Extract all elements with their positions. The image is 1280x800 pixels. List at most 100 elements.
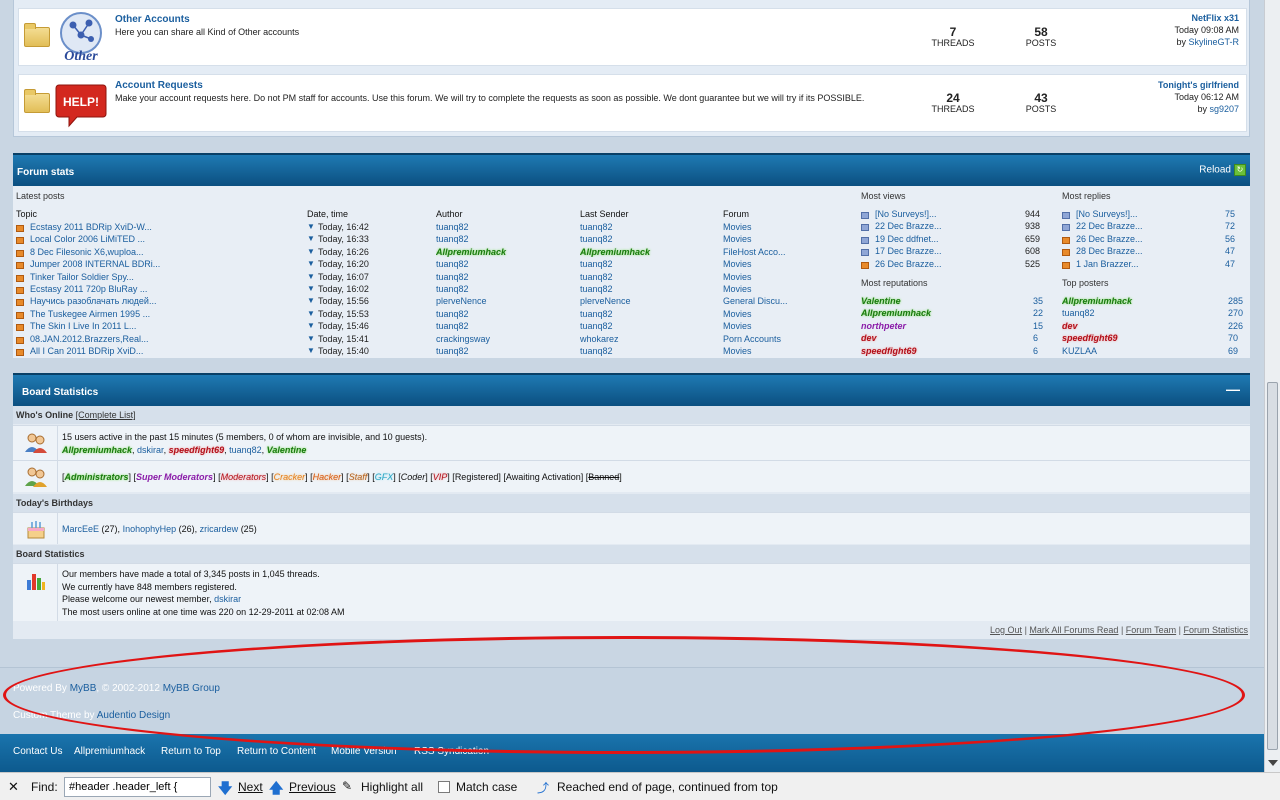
top-poster-user[interactable]: dev — [1062, 321, 1162, 331]
scrollbar-thumb[interactable] — [1267, 382, 1278, 750]
birthday-user[interactable]: MarcEeE — [62, 524, 99, 534]
latest-post-forum[interactable]: Movies — [723, 346, 813, 356]
group-banned[interactable]: Banned — [588, 472, 619, 482]
reputation-user[interactable]: Allpremiumhack — [861, 308, 961, 318]
online-user[interactable]: Valentine — [267, 445, 307, 455]
refresh-icon[interactable]: ↻ — [1234, 164, 1246, 176]
contact-us-link[interactable]: Contact Us — [13, 746, 62, 757]
latest-post-author[interactable]: tuanq82 — [436, 234, 566, 244]
vertical-scrollbar[interactable] — [1264, 0, 1280, 772]
latest-post-sender[interactable]: tuanq82 — [580, 259, 710, 269]
latest-post-author[interactable]: tuanq82 — [436, 259, 566, 269]
latest-post-sender[interactable]: tuanq82 — [580, 222, 710, 232]
latest-post-sender[interactable]: Allpremiumhack — [580, 247, 710, 257]
most-views-topic[interactable]: [No Surveys!]... — [875, 209, 965, 219]
latest-post-forum[interactable]: FileHost Acco... — [723, 247, 813, 257]
latest-post-author[interactable]: plerveNence — [436, 296, 566, 306]
post-arrow-icon[interactable]: ▼ — [307, 284, 315, 293]
latest-post-forum[interactable]: Movies — [723, 309, 813, 319]
group-hacker[interactable]: Hacker — [313, 472, 342, 482]
latest-post-topic[interactable]: Ecstasy 2011 BDRip XviD-W... — [30, 222, 290, 232]
latest-post-forum[interactable]: Movies — [723, 234, 813, 244]
post-arrow-icon[interactable]: ▼ — [307, 334, 315, 343]
group-gfx[interactable]: GFX — [375, 472, 394, 482]
last-post-title[interactable]: NetFlix x31 — [1174, 12, 1239, 24]
post-arrow-icon[interactable]: ▼ — [307, 259, 315, 268]
newest-member-link[interactable]: dskirar — [214, 594, 241, 604]
latest-post-topic[interactable]: 08.JAN.2012.Brazzers,Real... — [30, 334, 290, 344]
online-user[interactable]: dskirar — [137, 445, 164, 455]
most-views-topic[interactable]: 19 Dec ddfnet... — [875, 234, 965, 244]
most-replies-topic[interactable]: 1 Jan Brazzer... — [1076, 259, 1166, 269]
post-arrow-icon[interactable]: ▼ — [307, 222, 315, 231]
group-awaiting[interactable]: Awaiting Activation — [506, 472, 581, 482]
latest-post-author[interactable]: tuanq82 — [436, 346, 566, 356]
match-case-label[interactable]: Match case — [456, 780, 517, 794]
latest-post-forum[interactable]: Movies — [723, 284, 813, 294]
birthday-user[interactable]: InohophyHep — [123, 524, 177, 534]
last-post-user[interactable]: sg9207 — [1209, 104, 1239, 114]
latest-post-author[interactable]: Allpremiumhack — [436, 247, 566, 257]
top-poster-user[interactable]: speedfight69 — [1062, 333, 1162, 343]
latest-post-sender[interactable]: whokarez — [580, 334, 710, 344]
latest-post-sender[interactable]: tuanq82 — [580, 284, 710, 294]
latest-post-forum[interactable]: Porn Accounts — [723, 334, 813, 344]
find-next-button[interactable]: Next — [238, 780, 263, 794]
forum-team-link[interactable]: Forum Team — [1126, 625, 1176, 635]
birthday-user[interactable]: zricardew — [200, 524, 239, 534]
reputation-user[interactable]: speedfight69 — [861, 346, 961, 356]
online-user[interactable]: Allpremiumhack — [62, 445, 132, 455]
logout-link[interactable]: Log Out — [990, 625, 1022, 635]
arrow-down-icon[interactable]: 🡇 — [218, 778, 232, 800]
scroll-down-arrow-icon[interactable] — [1268, 760, 1278, 766]
latest-post-sender[interactable]: tuanq82 — [580, 309, 710, 319]
top-poster-user[interactable]: Allpremiumhack — [1062, 296, 1162, 306]
latest-post-topic[interactable]: All I Can 2011 BDRip XviD... — [30, 346, 290, 356]
latest-post-sender[interactable]: tuanq82 — [580, 234, 710, 244]
latest-post-topic[interactable]: Jumper 2008 INTERNAL BDRi... — [30, 259, 290, 269]
most-views-topic[interactable]: 17 Dec Brazze... — [875, 246, 965, 256]
group-admins[interactable]: Administrators — [65, 472, 129, 482]
latest-post-forum[interactable]: Movies — [723, 222, 813, 232]
group-vip[interactable]: VIP — [433, 472, 448, 482]
match-case-checkbox[interactable] — [438, 781, 450, 793]
forum-title[interactable]: Other Accounts — [115, 14, 190, 25]
post-arrow-icon[interactable]: ▼ — [307, 296, 315, 305]
post-arrow-icon[interactable]: ▼ — [307, 346, 315, 355]
latest-post-topic[interactable]: Ecstasy 2011 720p BluRay ... — [30, 284, 290, 294]
latest-post-topic[interactable]: Научись разоблачать людей... — [30, 296, 290, 306]
group-staff[interactable]: Staff — [349, 472, 368, 482]
most-replies-topic[interactable]: 26 Dec Brazze... — [1076, 234, 1166, 244]
post-arrow-icon[interactable]: ▼ — [307, 247, 315, 256]
latest-post-forum[interactable]: Movies — [723, 321, 813, 331]
group-coder[interactable]: Coder — [401, 472, 426, 482]
close-find-icon[interactable]: ✕ — [8, 779, 19, 795]
arrow-up-icon[interactable]: 🡅 — [269, 778, 283, 800]
latest-post-forum[interactable]: Movies — [723, 259, 813, 269]
group-super-moderators[interactable]: Super Moderators — [136, 472, 213, 482]
reload-button[interactable]: Reload ↻ — [1199, 164, 1246, 176]
mark-read-link[interactable]: Mark All Forums Read — [1029, 625, 1118, 635]
group-moderators[interactable]: Moderators — [221, 472, 267, 482]
forum-statistics-link[interactable]: Forum Statistics — [1183, 625, 1248, 635]
most-views-topic[interactable]: 22 Dec Brazze... — [875, 221, 965, 231]
most-replies-topic[interactable]: 22 Dec Brazze... — [1076, 221, 1166, 231]
latest-post-author[interactable]: tuanq82 — [436, 309, 566, 319]
site-home-link[interactable]: Allpremiumhack — [74, 746, 145, 757]
latest-post-author[interactable]: tuanq82 — [436, 272, 566, 282]
latest-post-sender[interactable]: tuanq82 — [580, 272, 710, 282]
most-replies-topic[interactable]: [No Surveys!]... — [1076, 209, 1166, 219]
latest-post-sender[interactable]: tuanq82 — [580, 346, 710, 356]
latest-post-sender[interactable]: tuanq82 — [580, 321, 710, 331]
top-poster-user[interactable]: KUZLAA — [1062, 346, 1162, 356]
reputation-user[interactable]: Valentine — [861, 296, 961, 306]
reputation-user[interactable]: northpeter — [861, 321, 961, 331]
latest-post-topic[interactable]: The Tuskegee Airmen 1995 ... — [30, 309, 290, 319]
latest-post-topic[interactable]: The Skin I Live In 2011 L... — [30, 321, 290, 331]
last-post-title[interactable]: Tonight's girlfriend — [1158, 79, 1239, 91]
group-registered[interactable]: Registered — [455, 472, 499, 482]
highlight-all-button[interactable]: Highlight all — [361, 780, 423, 794]
latest-post-topic[interactable]: Local Color 2006 LiMiTED ... — [30, 234, 290, 244]
latest-post-sender[interactable]: plerveNence — [580, 296, 710, 306]
collapse-button[interactable]: — — [1226, 381, 1240, 397]
